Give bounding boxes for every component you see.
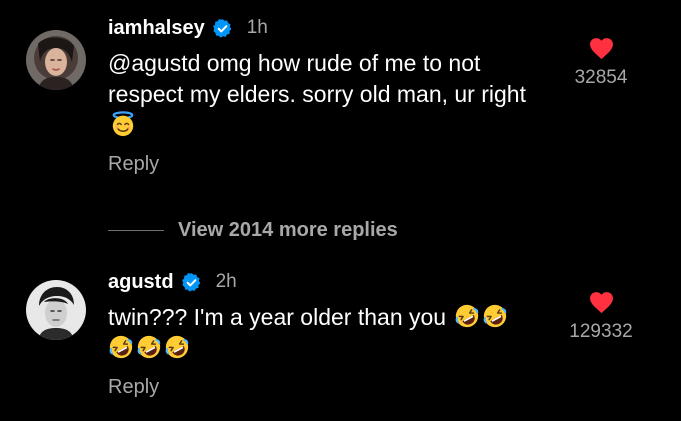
view-more-replies-button[interactable]: View 2014 more replies xyxy=(108,216,398,244)
verified-badge-icon xyxy=(212,18,233,39)
reply-button[interactable]: Reply xyxy=(108,376,159,399)
smiling-face-with-halo-icon xyxy=(110,111,136,137)
rolling-on-floor-laughing-icon xyxy=(482,303,508,329)
comment-meta: iamhalsey 1h xyxy=(108,14,548,42)
reply-button[interactable]: Reply xyxy=(108,153,159,176)
heart-icon[interactable] xyxy=(588,36,615,60)
rolling-on-floor-laughing-icon xyxy=(136,334,162,360)
timestamp: 1h xyxy=(246,17,268,38)
timestamp: 2h xyxy=(215,271,237,292)
avatar-iamhalsey[interactable] xyxy=(26,30,86,90)
like-section: 129332 xyxy=(551,290,651,343)
comment-body: iamhalsey 1h @agustd omg how rude of me … xyxy=(108,14,548,176)
avatar-agustd[interactable] xyxy=(26,280,86,340)
rolling-on-floor-laughing-icon xyxy=(108,334,134,360)
like-count: 129332 xyxy=(569,321,633,342)
divider-line xyxy=(108,229,164,231)
comment-text: twin??? I'm a year older than you xyxy=(108,302,548,364)
rolling-on-floor-laughing-icon xyxy=(164,334,190,360)
comment-body: agustd 2h twin??? I'm a year older than … xyxy=(108,268,548,399)
rolling-on-floor-laughing-icon xyxy=(454,303,480,329)
view-more-replies-label: View 2014 more replies xyxy=(178,218,398,241)
comment-meta: agustd 2h xyxy=(108,268,548,296)
like-section: 32854 xyxy=(551,36,651,89)
heart-icon[interactable] xyxy=(588,290,615,314)
comment-text-content: @agustd omg how rude of me to not respec… xyxy=(108,50,526,107)
username[interactable]: agustd xyxy=(108,271,174,294)
like-count: 32854 xyxy=(574,67,628,88)
username[interactable]: iamhalsey xyxy=(108,17,205,40)
comment-text-content: twin??? I'm a year older than you xyxy=(108,304,447,330)
comment-text: @agustd omg how rude of me to not respec… xyxy=(108,48,548,141)
verified-badge-icon xyxy=(181,272,202,293)
